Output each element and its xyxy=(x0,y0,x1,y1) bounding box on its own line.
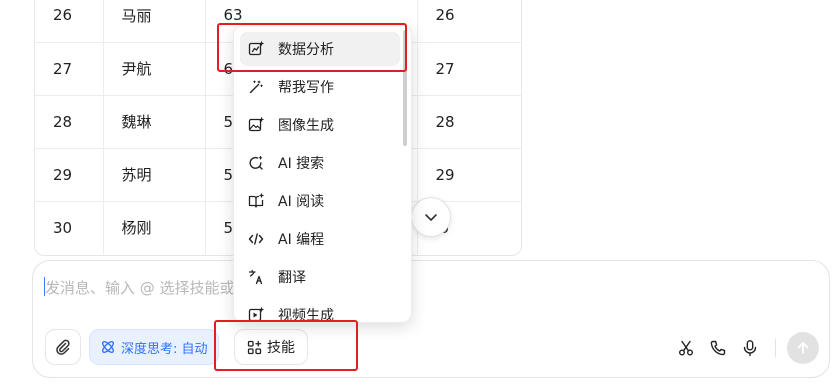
cell-name: 苏明 xyxy=(103,148,206,202)
deep-think-toggle[interactable]: 深度思考: 自动 xyxy=(89,329,219,365)
cell-id: 29 xyxy=(35,148,104,202)
scissors-button[interactable] xyxy=(677,339,695,357)
image-gen-icon xyxy=(248,117,264,132)
cell-extra: 29 xyxy=(417,148,521,202)
menu-item-label: AI 搜索 xyxy=(278,156,325,172)
scissors-icon xyxy=(679,340,693,356)
voice-input-button[interactable] xyxy=(741,339,759,357)
menu-item-ai-read[interactable]: AI 阅读 xyxy=(240,184,400,218)
cell-extra: 27 xyxy=(417,42,521,96)
phone-icon xyxy=(710,340,726,356)
microphone-icon xyxy=(743,340,757,357)
paperclip-icon xyxy=(56,339,70,355)
menu-item-ai-code[interactable]: AI 编程 xyxy=(240,222,400,256)
menu-item-label: 图像生成 xyxy=(278,118,334,134)
translate-icon xyxy=(248,269,263,285)
cell-extra: 28 xyxy=(417,95,521,149)
ai-search-icon xyxy=(249,155,263,170)
cell-name: 杨刚 xyxy=(103,201,206,254)
highlight-box-data-analysis xyxy=(217,23,407,72)
cell-id: 30 xyxy=(35,201,104,254)
menu-item-label: 帮我写作 xyxy=(278,80,334,96)
cell-name: 尹航 xyxy=(103,42,206,96)
menu-item-label: AI 阅读 xyxy=(278,194,325,210)
cell-id: 27 xyxy=(35,42,104,96)
menu-item-translate[interactable]: 翻译 xyxy=(240,260,400,294)
message-composer[interactable]: 发消息、输入 @ 选择技能或 深度思考: 自动 技能 xyxy=(32,260,830,378)
menu-item-label: 翻译 xyxy=(278,270,306,286)
ai-read-icon xyxy=(248,193,264,208)
cell-name: 魏琳 xyxy=(103,95,206,149)
arrow-up-icon xyxy=(797,342,809,354)
highlight-box-skills xyxy=(214,320,358,371)
menu-item-image-gen[interactable]: 图像生成 xyxy=(240,108,400,142)
cell-id: 26 xyxy=(35,0,104,43)
chevron-down-icon xyxy=(425,214,437,221)
phone-call-button[interactable] xyxy=(709,339,727,357)
message-input-placeholder[interactable]: 发消息、输入 @ 选择技能或 xyxy=(45,277,235,298)
ai-code-icon xyxy=(248,233,264,245)
attach-button[interactable] xyxy=(45,329,81,365)
menu-item-writing[interactable]: 帮我写作 xyxy=(240,70,400,104)
atom-icon xyxy=(102,341,114,353)
toolbar-divider xyxy=(775,339,776,357)
writing-wand-icon xyxy=(249,80,263,94)
cell-name: 马丽 xyxy=(103,0,206,43)
deep-think-label: 深度思考: 自动 xyxy=(121,341,208,357)
menu-item-ai-search[interactable]: AI 搜索 xyxy=(240,146,400,180)
menu-item-label: AI 编程 xyxy=(278,232,325,248)
cell-id: 28 xyxy=(35,95,104,149)
cell-extra: 26 xyxy=(417,0,521,43)
scroll-down-button[interactable] xyxy=(411,197,451,237)
send-button[interactable] xyxy=(787,332,819,364)
